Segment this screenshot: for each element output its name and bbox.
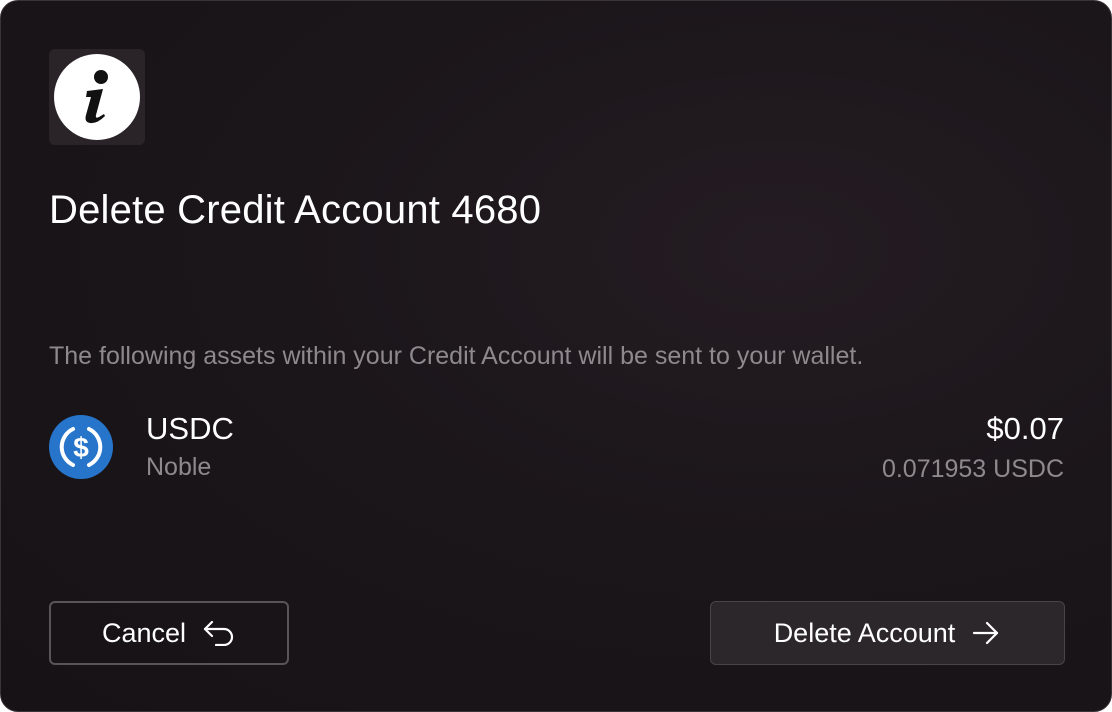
asset-value: $0.07 bbox=[986, 411, 1064, 446]
dialog-title: Delete Credit Account 4680 bbox=[49, 188, 542, 232]
cancel-button[interactable]: Cancel bbox=[49, 601, 289, 665]
asset-amount: 0.071953 USDC bbox=[881, 455, 1064, 483]
asset-chain: Noble bbox=[146, 453, 212, 481]
info-icon-container bbox=[49, 49, 145, 145]
cancel-button-label: Cancel bbox=[101, 617, 187, 648]
arrow-right-icon bbox=[971, 620, 1001, 646]
svg-text:$: $ bbox=[73, 432, 89, 463]
info-icon bbox=[54, 54, 140, 140]
asset-symbol: USDC bbox=[146, 411, 234, 446]
undo-arrow-icon bbox=[202, 620, 236, 646]
delete-account-button[interactable]: Delete Account bbox=[710, 601, 1065, 665]
delete-account-dialog: Delete Credit Account 4680 The following… bbox=[0, 0, 1112, 712]
delete-button-label: Delete Account bbox=[773, 617, 956, 648]
dialog-description: The following assets within your Credit … bbox=[49, 342, 864, 370]
asset-row: $ USDC Noble $0.07 0.071953 USDC bbox=[49, 411, 1064, 491]
usdc-icon: $ bbox=[49, 415, 113, 479]
